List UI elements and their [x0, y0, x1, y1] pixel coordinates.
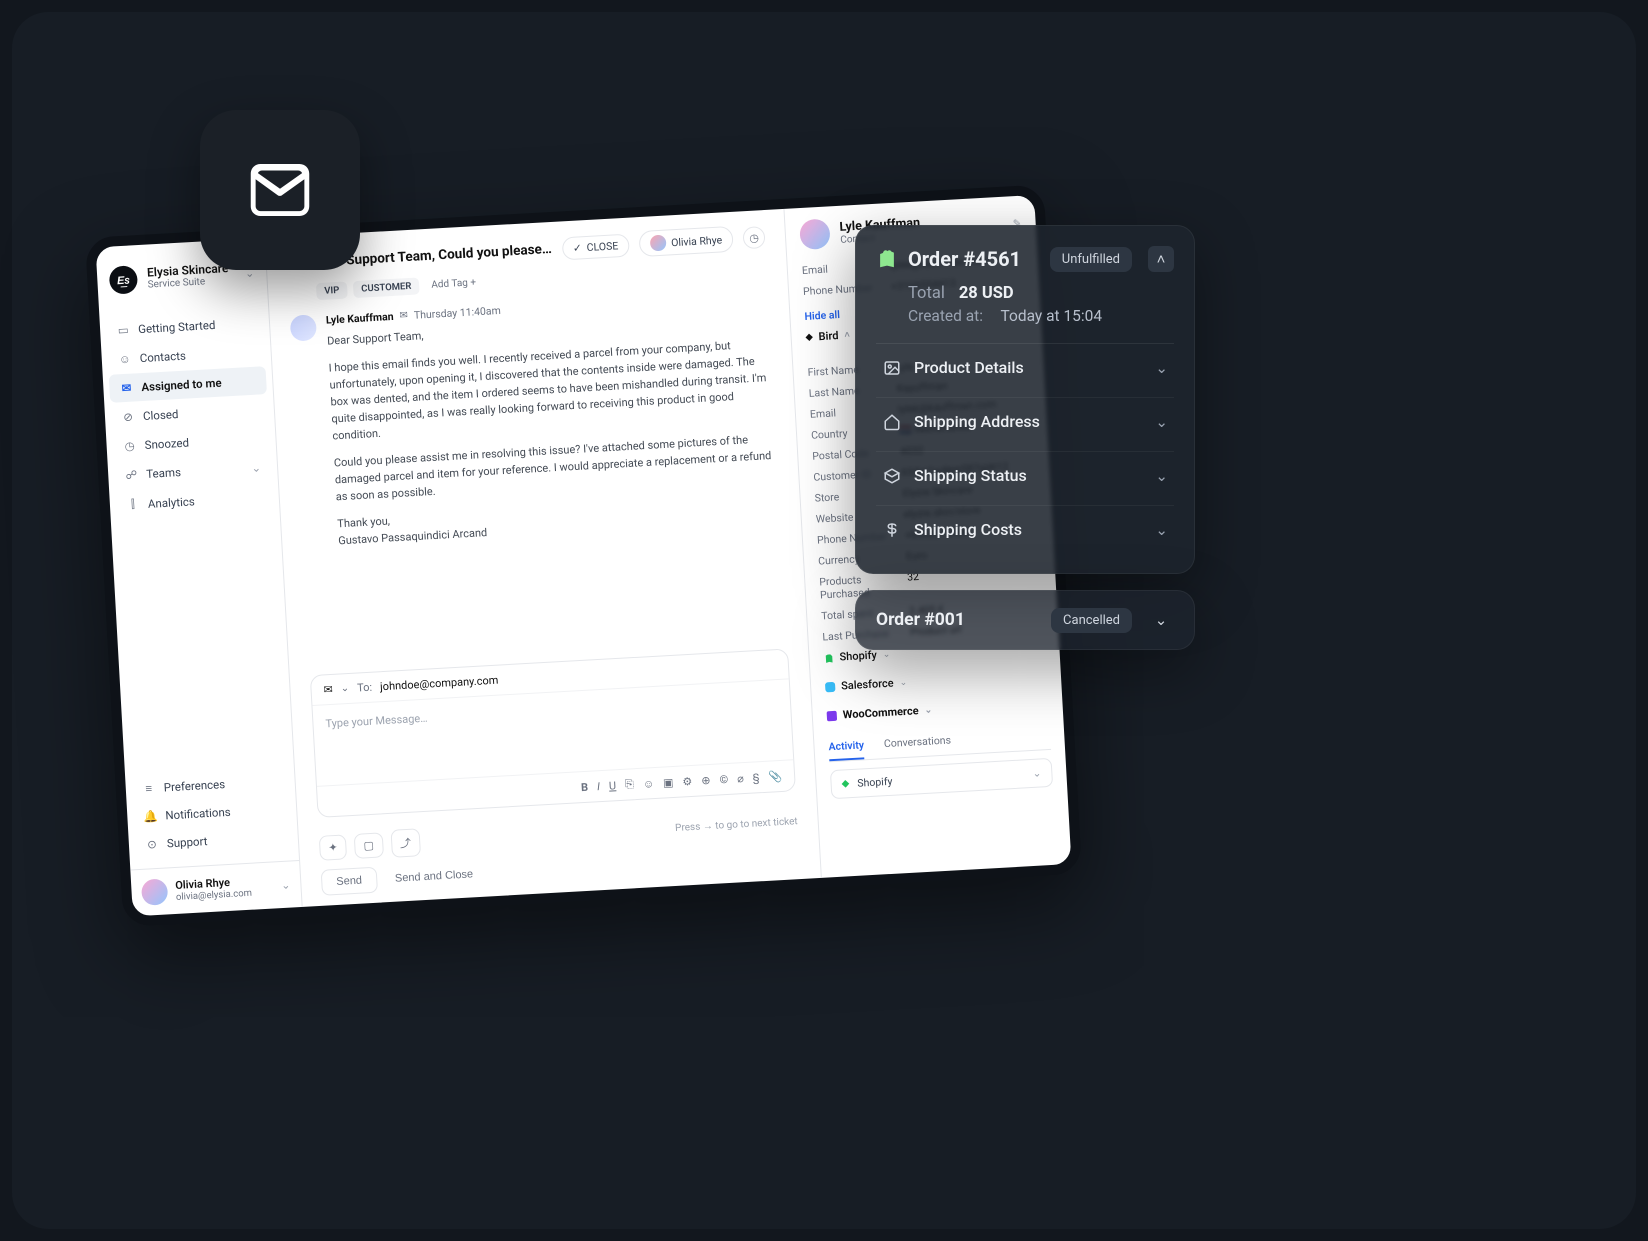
chevron-down-icon: ⌄ [1155, 359, 1168, 377]
chevron-down-icon: ⌄ [1032, 766, 1042, 779]
chevron-down-icon: ⌄ [924, 705, 932, 715]
order-status: Unfulfilled [1050, 247, 1132, 272]
channel-icon: ✉ [399, 310, 408, 321]
conversation-pane: ← Dear Support Team, Could you please as… [265, 209, 822, 907]
section-product-details[interactable]: Product Details ⌄ [876, 343, 1174, 391]
home-icon [882, 413, 902, 431]
settings-button[interactable]: ⚙ [682, 774, 693, 788]
shopify-icon: ◆ [841, 778, 849, 789]
users-icon: ☺ [117, 352, 132, 367]
life-ring-icon: ⊙ [145, 837, 160, 852]
chevron-down-icon: ⌄ [899, 677, 907, 687]
created-value: Today at 15:04 [1001, 307, 1103, 325]
chevron-down-icon: ⌄ [251, 461, 261, 476]
order-card-main: Order #4561 Unfulfilled ˄ Total 28 USD C… [855, 225, 1195, 574]
canned-button[interactable]: ⌀ [737, 772, 744, 785]
chart-icon: ⫿ [126, 496, 141, 512]
activity-item[interactable]: ◆ Shopify ⌄ [830, 758, 1053, 799]
mail-icon: ✉ [119, 381, 134, 396]
contact-avatar [799, 218, 831, 250]
chevron-down-icon: ⌄ [281, 878, 291, 891]
channel-picker[interactable]: ⌄ [340, 683, 349, 694]
shortcut-hint: Press → to go to next ticket [675, 816, 798, 834]
tab-conversations[interactable]: Conversations [883, 727, 951, 758]
envelope-icon [241, 151, 319, 229]
to-value[interactable]: johndoe@company.com [380, 674, 499, 694]
total-label: Total [908, 284, 945, 303]
message-body: Dear Support Team, I hope this email fin… [327, 308, 781, 550]
created-label: Created at: [908, 307, 983, 325]
tag-button[interactable]: § [752, 771, 759, 784]
underline-button[interactable]: U [609, 779, 617, 792]
order-status: Cancelled [1051, 608, 1132, 633]
link-button[interactable]: ⎘ [625, 777, 635, 791]
ai-suggest-button[interactable]: ✦ [319, 834, 348, 860]
team-icon: ☍ [124, 467, 139, 482]
chevron-down-icon: ⌄ [1155, 521, 1168, 539]
dollar-icon [882, 521, 902, 539]
mail-app-tile [200, 110, 360, 270]
box-icon [882, 467, 902, 485]
woocommerce-icon [827, 710, 838, 721]
send-and-close-button[interactable]: Send and Close [384, 862, 483, 891]
check-icon: ✓ [573, 241, 583, 254]
shortcut-button[interactable]: ⤴ [390, 828, 421, 858]
mail-icon: ✉ [323, 683, 333, 696]
attach-button[interactable]: 📎 [768, 769, 782, 783]
tab-activity[interactable]: Activity [828, 732, 865, 761]
user-avatar [141, 878, 168, 905]
composer: ✉ ⌄ To: johndoe@company.com Type your Me… [310, 648, 796, 818]
shopify-icon [823, 652, 834, 663]
image-icon [882, 359, 902, 377]
note-button[interactable]: ▢ [354, 832, 384, 859]
brand-logo: E͟s [109, 265, 139, 295]
order-title: Order #001 [876, 610, 965, 630]
message: Lyle Kauffman ✉ Thursday 11:40am Dear Su… [290, 289, 782, 562]
sender-avatar [290, 314, 317, 341]
chevron-down-icon: ⌄ [1155, 467, 1168, 485]
expand-button[interactable]: ⌄ [1148, 607, 1174, 633]
shopify-icon [876, 248, 898, 270]
avatar [650, 235, 667, 252]
section-shipping-costs[interactable]: Shipping Costs ⌄ [876, 505, 1174, 553]
chevron-up-icon: ˄ [844, 329, 850, 340]
book-icon: ▭ [116, 323, 131, 338]
tag-vip[interactable]: VIP [316, 281, 348, 300]
message-time: Thursday 11:40am [414, 304, 502, 322]
macro-button[interactable]: © [719, 772, 728, 785]
close-button[interactable]: ✓ CLOSE [561, 233, 630, 260]
total-value: 28 USD [959, 284, 1014, 303]
clock-icon: ◷ [122, 438, 137, 453]
section-shipping-status[interactable]: Shipping Status ⌄ [876, 451, 1174, 499]
order-sections: Product Details ⌄ Shipping Address ⌄ Shi… [876, 343, 1174, 553]
snooze-button[interactable]: ◷ [742, 226, 765, 249]
sliders-icon: ≡ [141, 781, 156, 796]
order-title: Order #4561 [908, 247, 1021, 271]
salesforce-icon [825, 681, 836, 692]
bold-button[interactable]: B [581, 780, 589, 793]
order-card-secondary: Order #001 Cancelled ⌄ [855, 590, 1195, 650]
bell-icon: 🔔 [143, 809, 158, 824]
image-button[interactable]: ▣ [663, 776, 674, 790]
collapse-button[interactable]: ˄ [1148, 246, 1174, 272]
insert-button[interactable]: ⊕ [701, 773, 711, 786]
chevron-down-icon: ⌄ [1155, 413, 1168, 431]
primary-nav: ▭ Getting Started ☺ Contacts ✉ Assigned … [99, 304, 280, 524]
to-label: To: [357, 681, 373, 695]
chevron-down-icon: ⌄ [883, 649, 891, 659]
italic-button[interactable]: I [597, 780, 601, 793]
check-circle-icon: ⊘ [121, 409, 136, 424]
current-user[interactable]: Olivia Rhye olivia@elysia.com ⌄ [130, 860, 301, 916]
send-button[interactable]: Send [321, 867, 378, 896]
assignee-chip[interactable]: Olivia Rhye [638, 226, 733, 257]
tag-customer[interactable]: CUSTOMER [353, 277, 420, 298]
emoji-button[interactable]: ☺ [643, 777, 655, 791]
section-shipping-address[interactable]: Shipping Address ⌄ [876, 397, 1174, 445]
message-from: Lyle Kauffman [326, 310, 394, 327]
add-tag-button[interactable]: Add Tag + [425, 277, 476, 291]
